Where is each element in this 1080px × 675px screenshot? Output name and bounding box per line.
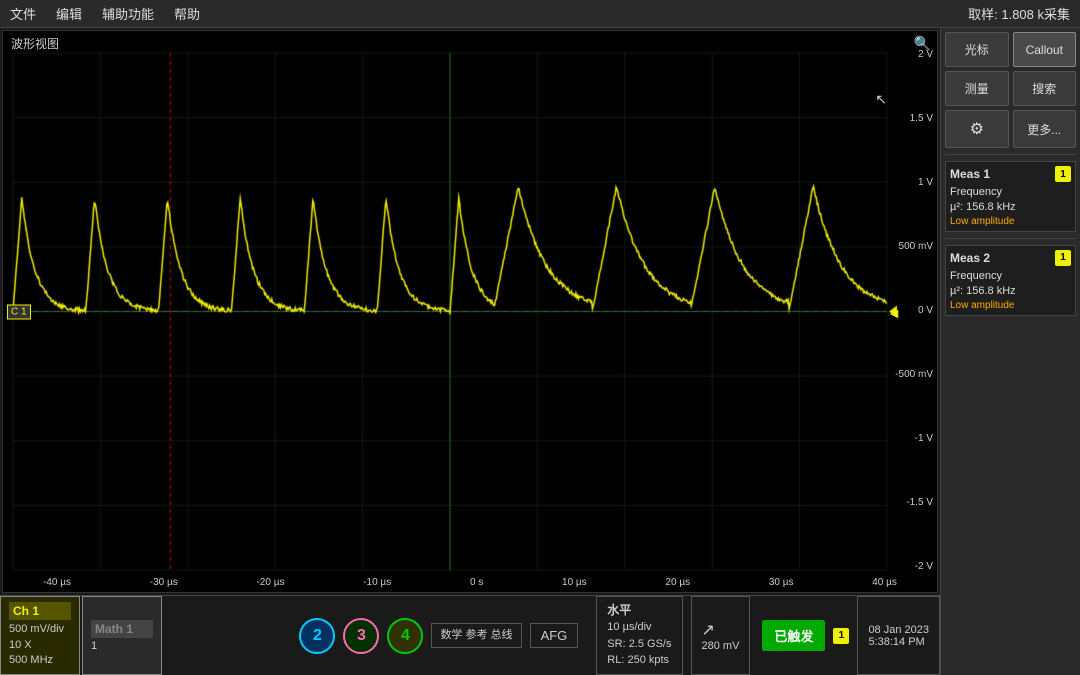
channel-buttons: 2 3 4 数学 参考 总线 AFG <box>289 596 588 675</box>
panel-divider-1 <box>945 154 1076 155</box>
menu-edit[interactable]: 编辑 <box>56 4 82 23</box>
search-button[interactable]: 搜索 <box>1013 71 1077 106</box>
triggered-button[interactable]: 已触发 <box>762 620 825 651</box>
right-btn-row-2: 测量 搜索 <box>945 71 1076 106</box>
meas1-warning: Low amplitude <box>950 216 1071 227</box>
ch4-button[interactable]: 4 <box>387 618 423 654</box>
meas2-param: Frequency <box>950 269 1071 284</box>
cursor-pointer-indicator: ↖ <box>875 91 887 108</box>
ch1-info-header: Ch 1 <box>9 602 71 620</box>
meas1-header: Meas 1 1 <box>950 166 1071 182</box>
trigger-symbol: ↗ <box>702 620 740 640</box>
horizontal-line1: 10 µs/div <box>607 619 671 636</box>
meas2-value: µ²: 156.8 kHz <box>950 284 1071 299</box>
meas1-param: Frequency <box>950 185 1071 200</box>
right-btn-row-1: 光标 Callout <box>945 32 1076 67</box>
display-settings-button[interactable]: ⚙ <box>945 110 1009 148</box>
afg-button[interactable]: AFG <box>530 623 579 648</box>
waveform-title: 波形视图 <box>11 35 59 52</box>
sample-info: 取样: 1.808 k采集 <box>968 4 1070 23</box>
panel-divider-2 <box>945 238 1076 239</box>
meas1-section: Meas 1 1 Frequency µ²: 156.8 kHz Low amp… <box>945 161 1076 232</box>
trigger-value: 280 mV <box>702 640 740 652</box>
trigger-info: ↗ 280 mV <box>691 596 751 675</box>
horizontal-title: 水平 <box>607 601 671 619</box>
ch2-button[interactable]: 2 <box>299 618 335 654</box>
horizontal-line2: SR: 2.5 GS/s <box>607 636 671 653</box>
meas2-title: Meas 2 <box>950 251 990 265</box>
horizontal-info: 水平 10 µs/div SR: 2.5 GS/s RL: 250 kpts <box>596 596 682 675</box>
meas1-badge: 1 <box>1055 166 1071 182</box>
callout-button[interactable]: Callout <box>1013 32 1077 67</box>
ch1-info-panel[interactable]: Ch 1 500 mV/div 10 X 500 MHz <box>0 596 80 675</box>
meas1-value: µ²: 156.8 kHz <box>950 200 1071 215</box>
right-arrow-marker: ◄ <box>887 305 901 321</box>
meas2-badge: 1 <box>1055 250 1071 266</box>
cursor-button[interactable]: 光标 <box>945 32 1009 67</box>
bottom-bar: Ch 1 500 mV/div 10 X 500 MHz Math 1 1 2 … <box>0 595 940 675</box>
ch1-channel-label: C 1 <box>7 304 31 319</box>
meas1-title: Meas 1 <box>950 167 990 181</box>
meas2-warning: Low amplitude <box>950 300 1071 311</box>
time-display: 5:38:14 PM <box>868 636 929 648</box>
measure-button[interactable]: 测量 <box>945 71 1009 106</box>
right-btn-row-3: ⚙ 更多... <box>945 110 1076 148</box>
math-info-panel[interactable]: Math 1 1 <box>82 596 162 675</box>
right-panel: 光标 Callout 测量 搜索 ⚙ 更多... Meas 1 1 Freque… <box>940 28 1080 675</box>
trigger-badge: 1 <box>833 628 849 644</box>
scope-canvas <box>3 31 937 592</box>
waveform-view: 波形视图 T 2 V1.5 V1 V500 mV0 V-500 mV-1 V-1… <box>2 30 938 593</box>
meas2-section: Meas 2 1 Frequency µ²: 156.8 kHz Low amp… <box>945 245 1076 316</box>
menu-file[interactable]: 文件 <box>10 4 36 23</box>
magnify-icon[interactable]: 🔍 <box>914 35 931 52</box>
ch1-info-text: 500 mV/div 10 X 500 MHz <box>9 622 71 668</box>
menu-tools[interactable]: 辅助功能 <box>102 4 154 23</box>
math-info-text: 1 <box>91 640 153 652</box>
horizontal-line3: RL: 250 kpts <box>607 652 671 669</box>
math-ref-bus-button[interactable]: 数学 参考 总线 <box>431 623 521 647</box>
meas2-header: Meas 2 1 <box>950 250 1071 266</box>
ch3-button[interactable]: 3 <box>343 618 379 654</box>
more-button[interactable]: 更多... <box>1013 110 1077 148</box>
date-display: 08 Jan 2023 <box>868 624 929 636</box>
menu-help[interactable]: 帮助 <box>174 4 200 23</box>
datetime-info: 08 Jan 2023 5:38:14 PM <box>857 596 940 675</box>
math-info-header: Math 1 <box>91 620 153 638</box>
